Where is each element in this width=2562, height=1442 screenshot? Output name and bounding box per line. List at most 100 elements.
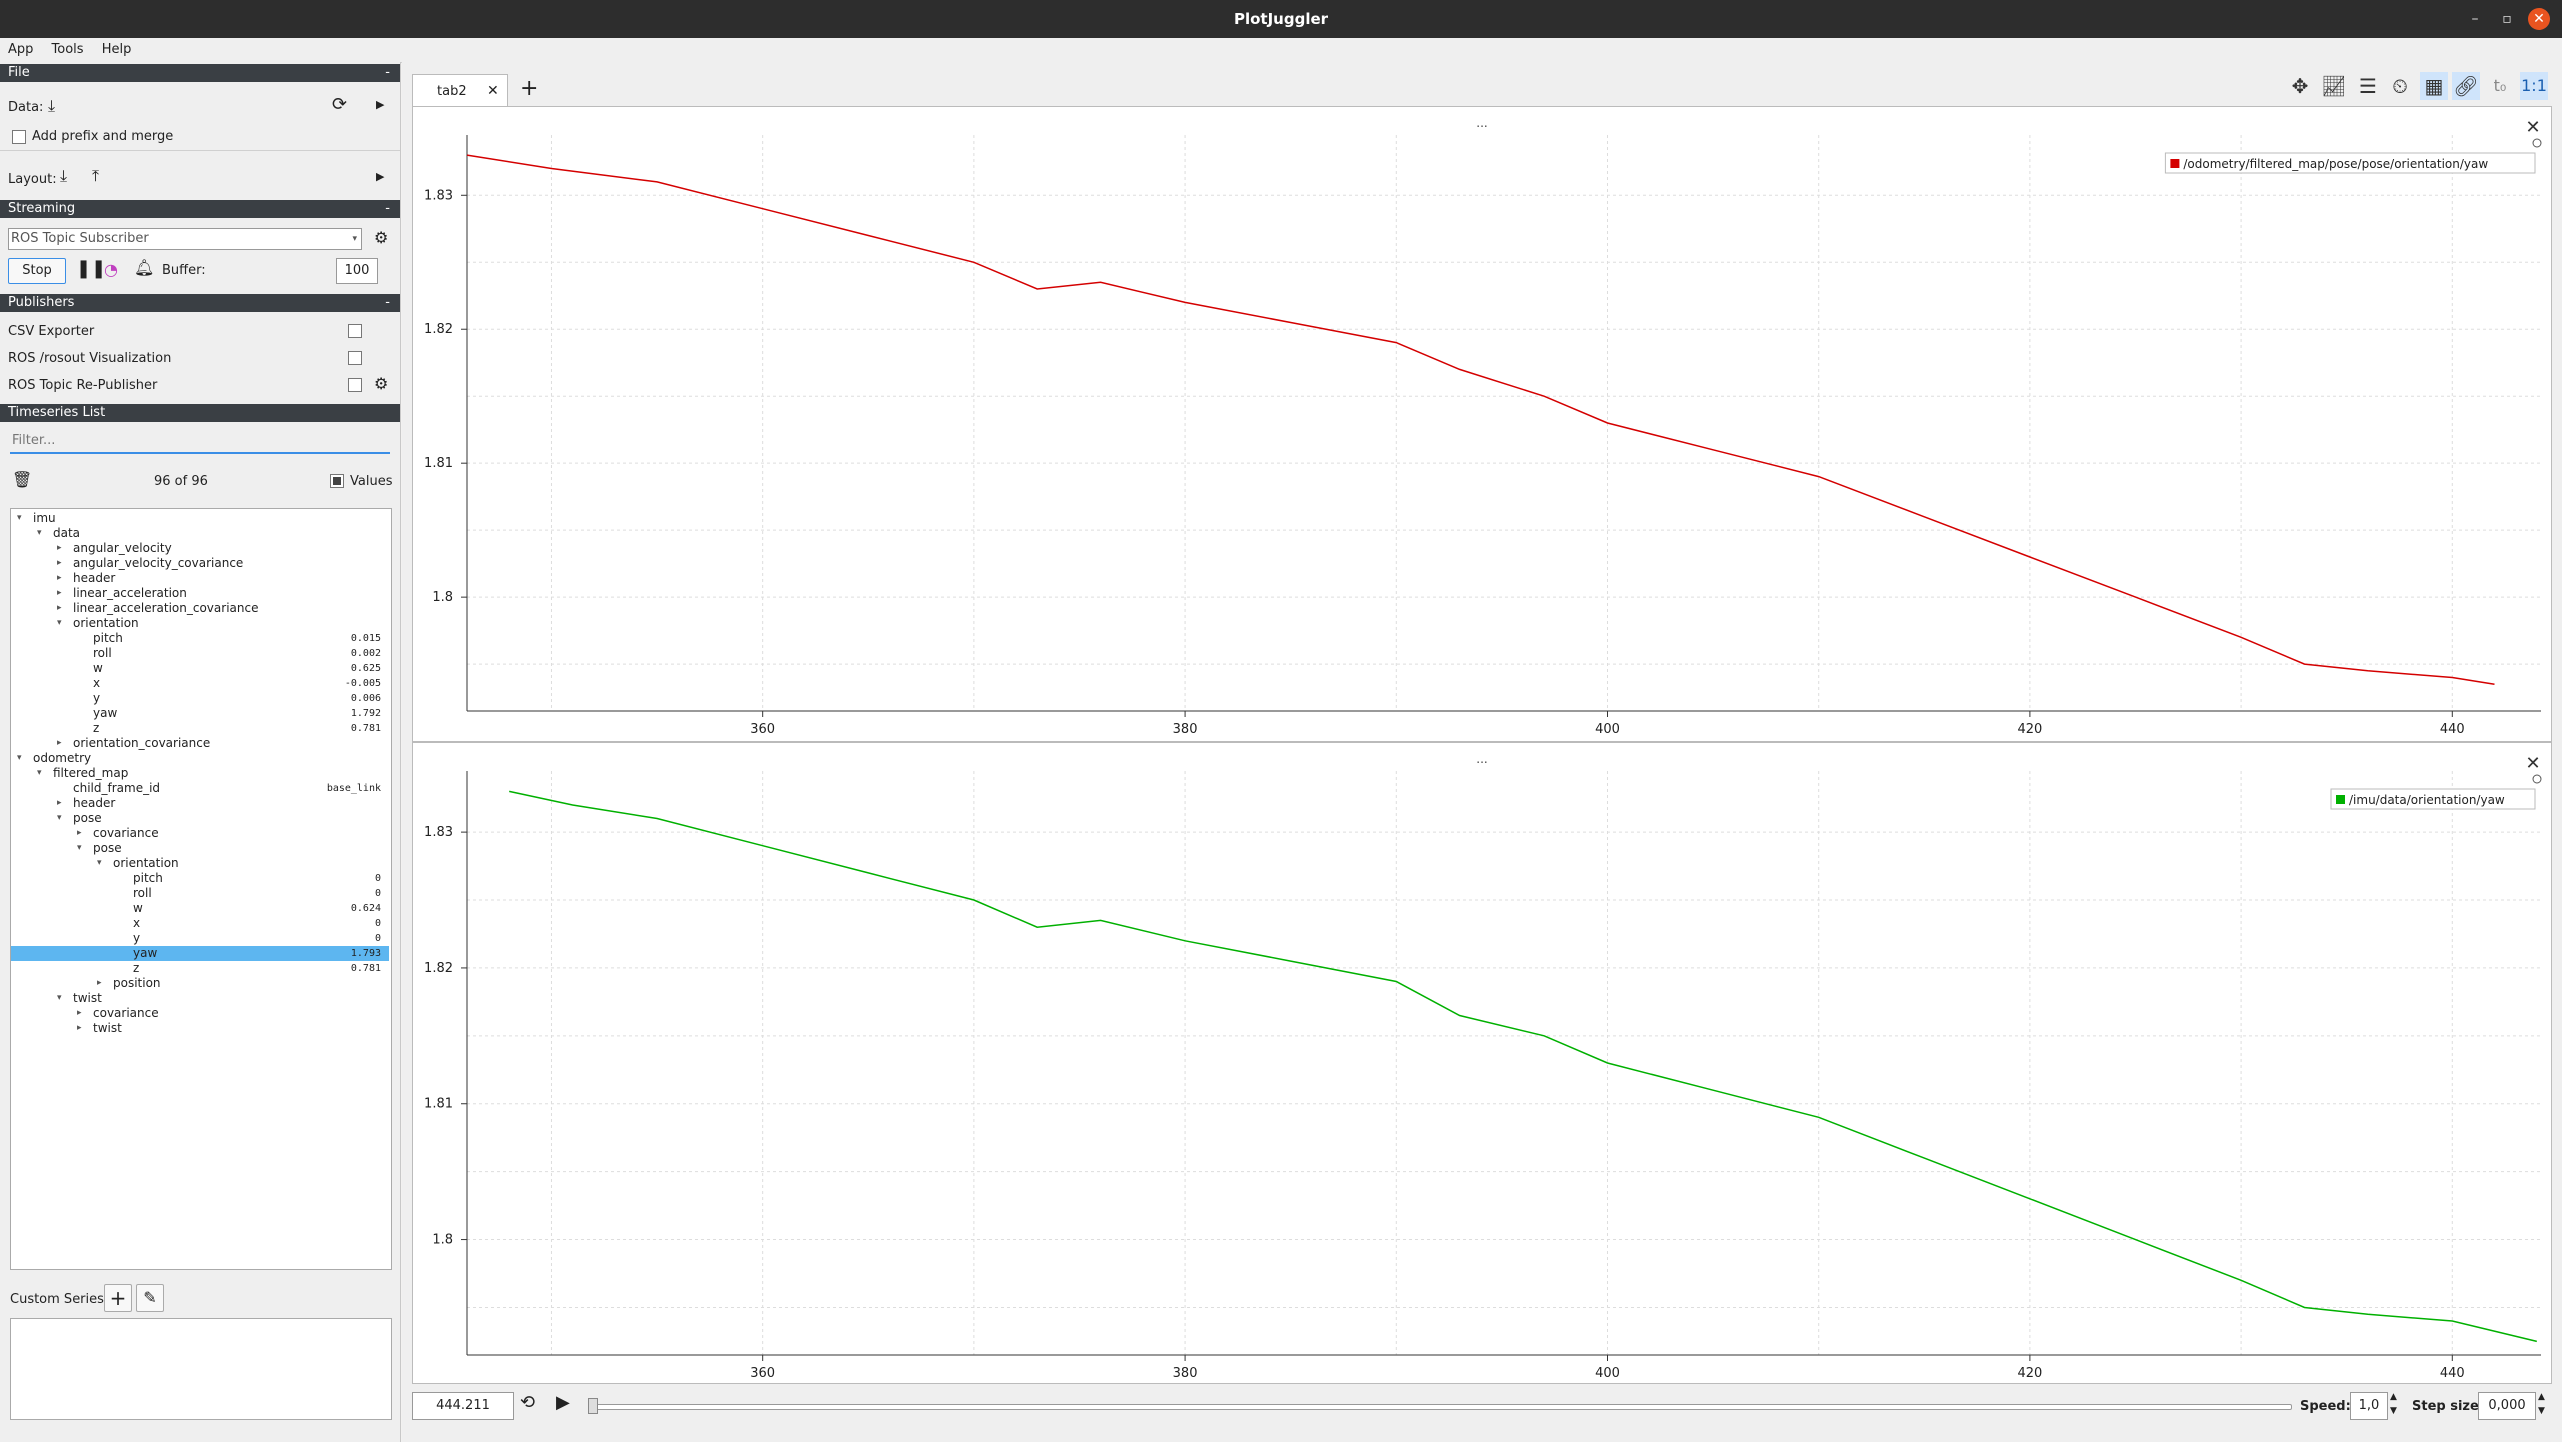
chevron-right-icon[interactable]: ▸: [57, 601, 62, 616]
values-checkbox[interactable]: [330, 474, 344, 488]
close-tab-icon[interactable]: ✕: [487, 83, 499, 99]
rss-icon[interactable]: ◔: [104, 260, 118, 279]
menu-app[interactable]: App: [0, 38, 39, 57]
plot-1-svg[interactable]: 360 380 400 420 440 1.8 1.81 1.82 1.83... ✕ /odome…: [413, 107, 2551, 741]
tree-row[interactable]: ▾ odometry: [11, 751, 389, 766]
publisher-csv-checkbox[interactable]: [348, 324, 362, 338]
data-menu-arrow-icon[interactable]: ▶: [376, 98, 384, 111]
collapse-icon[interactable]: -: [377, 294, 390, 312]
tree-row[interactable]: ▸ covariance: [11, 826, 389, 841]
load-data-icon[interactable]: ⤓: [48, 96, 55, 116]
tree-row[interactable]: ▾ orientation: [11, 856, 389, 871]
tree-row[interactable]: ▾ imu: [11, 511, 389, 526]
tree-row[interactable]: w 0.625: [11, 661, 389, 676]
tree-row[interactable]: ▸ position: [11, 976, 389, 991]
chevron-right-icon[interactable]: ▸: [77, 1021, 82, 1036]
publishers-section-header[interactable]: Publishers -: [0, 294, 400, 312]
tree-row[interactable]: ▾ filtered_map: [11, 766, 389, 781]
tree-row[interactable]: ▸ angular_velocity_covariance: [11, 556, 389, 571]
speed-input[interactable]: 1,0: [2350, 1392, 2388, 1420]
timeline-slider[interactable]: [590, 1404, 2292, 1410]
legend-label[interactable]: /odometry/filtered_map/pose/pose/orienta…: [2183, 157, 2488, 171]
play-icon[interactable]: ▶: [556, 1392, 570, 1413]
tree-row[interactable]: x0: [11, 916, 389, 931]
menu-tools[interactable]: Tools: [44, 38, 90, 57]
tree-row[interactable]: ▾ orientation: [11, 616, 389, 631]
ratio-icon[interactable]: 1:1: [2520, 72, 2548, 100]
chevron-down-icon[interactable]: ▾: [57, 616, 62, 631]
close-plot-icon[interactable]: ✕: [2525, 117, 2540, 138]
collapse-icon[interactable]: -: [377, 64, 390, 82]
chevron-right-icon[interactable]: ▸: [57, 586, 62, 601]
tree-row[interactable]: ▸ covariance: [11, 1006, 389, 1021]
add-prefix-checkbox[interactable]: [12, 130, 26, 144]
tree-row[interactable]: ▸ angular_velocity: [11, 541, 389, 556]
load-layout-icon[interactable]: ⤓: [60, 166, 67, 186]
tree-row[interactable]: y 0.006: [11, 691, 389, 706]
tree-row[interactable]: ▾ twist: [11, 991, 389, 1006]
tree-row[interactable]: w 0.624: [11, 901, 389, 916]
custom-series-list[interactable]: [10, 1318, 392, 1420]
edit-icon[interactable]: ✎: [136, 1284, 164, 1312]
tree-row[interactable]: ▾ pose: [11, 811, 389, 826]
step-spinner-icon[interactable]: ▲ ▼: [2538, 1390, 2545, 1418]
gear-icon[interactable]: ⚙: [374, 374, 388, 393]
tree-row[interactable]: ▸ linear_acceleration: [11, 586, 389, 601]
pause-icon[interactable]: ❚❚: [76, 258, 106, 279]
time-offset-icon[interactable]: t₀: [2486, 72, 2514, 100]
tree-row[interactable]: yaw 1.792: [11, 706, 389, 721]
chevron-down-icon[interactable]: ▾: [17, 751, 22, 766]
tree-row[interactable]: roll 0: [11, 886, 389, 901]
publisher-republisher-checkbox[interactable]: [348, 378, 362, 392]
plot-pane-1[interactable]: 360 380 400 420 440 1.8 1.81 1.82 1.83... ✕ /odome…: [412, 106, 2552, 742]
save-layout-icon[interactable]: ⤒: [92, 166, 99, 186]
chevron-right-icon[interactable]: ▸: [57, 571, 62, 586]
collapse-icon[interactable]: -: [377, 200, 390, 218]
maximize-icon[interactable]: ▫: [2496, 8, 2518, 30]
chevron-right-icon[interactable]: ▸: [57, 796, 62, 811]
chevron-down-icon[interactable]: ▾: [77, 841, 82, 856]
file-section-header[interactable]: File -: [0, 64, 400, 82]
layout-menu-arrow-icon[interactable]: ▶: [376, 170, 384, 183]
tree-row[interactable]: ▸ orientation_covariance: [11, 736, 389, 751]
tree-row[interactable]: y0: [11, 931, 389, 946]
grid-icon[interactable]: ▦: [2420, 72, 2448, 100]
timeline-handle[interactable]: [588, 1398, 598, 1414]
trash-icon[interactable]: 🗑︎: [12, 470, 32, 489]
streaming-section-header[interactable]: Streaming -: [0, 200, 400, 218]
chevron-right-icon[interactable]: ▸: [57, 556, 62, 571]
chevron-down-icon[interactable]: ▾: [17, 511, 22, 526]
chevron-right-icon[interactable]: ▸: [77, 826, 82, 841]
reload-icon[interactable]: ⟳: [332, 94, 347, 115]
legend-label[interactable]: /imu/data/orientation/yaw: [2349, 793, 2505, 807]
add-custom-series-button[interactable]: +: [104, 1284, 132, 1312]
tree-row[interactable]: ▾ pose: [11, 841, 389, 856]
tree-row[interactable]: ▸ header: [11, 571, 389, 586]
close-plot-icon[interactable]: ✕: [2525, 753, 2540, 774]
stop-button[interactable]: Stop: [8, 258, 66, 284]
speed-spinner-icon[interactable]: ▲ ▼: [2390, 1390, 2397, 1418]
tree-row[interactable]: pitch 0.015: [11, 631, 389, 646]
tree-row[interactable]: z 0.781: [11, 721, 389, 736]
chevron-right-icon[interactable]: ▸: [57, 541, 62, 556]
step-size-input[interactable]: 0,000: [2478, 1392, 2536, 1420]
loop-icon[interactable]: ⟲: [520, 1392, 535, 1413]
bell-icon[interactable]: 🔔︎: [134, 258, 154, 277]
chevron-right-icon[interactable]: ▸: [97, 976, 102, 991]
buffer-input[interactable]: 100: [336, 258, 378, 284]
tree-row[interactable]: ▸ twist: [11, 1021, 389, 1036]
streaming-source-select[interactable]: ROS Topic Subscriber ▾: [8, 228, 362, 250]
list-icon[interactable]: ☰: [2354, 72, 2382, 100]
chevron-down-icon[interactable]: ▾: [37, 526, 42, 541]
chart-icon[interactable]: 📈︎: [2320, 72, 2348, 100]
move-icon[interactable]: ✥: [2286, 72, 2314, 100]
tree-row[interactable]: ▸ linear_acceleration_covariance: [11, 601, 389, 616]
menu-help[interactable]: Help: [94, 38, 138, 57]
minimize-icon[interactable]: –: [2464, 8, 2486, 30]
plot-2-svg[interactable]: 360 380 400 420 440 1.8 1.81 1.82 1.83... ✕ /imu/d…: [413, 743, 2551, 1383]
legend-handle-icon[interactable]: [2532, 138, 2542, 148]
link-icon[interactable]: 🔗︎: [2452, 72, 2480, 100]
tree-row[interactable]: x -0.005: [11, 676, 389, 691]
chevron-down-icon[interactable]: ▾: [97, 856, 102, 871]
timeseries-filter-input[interactable]: [10, 428, 390, 454]
